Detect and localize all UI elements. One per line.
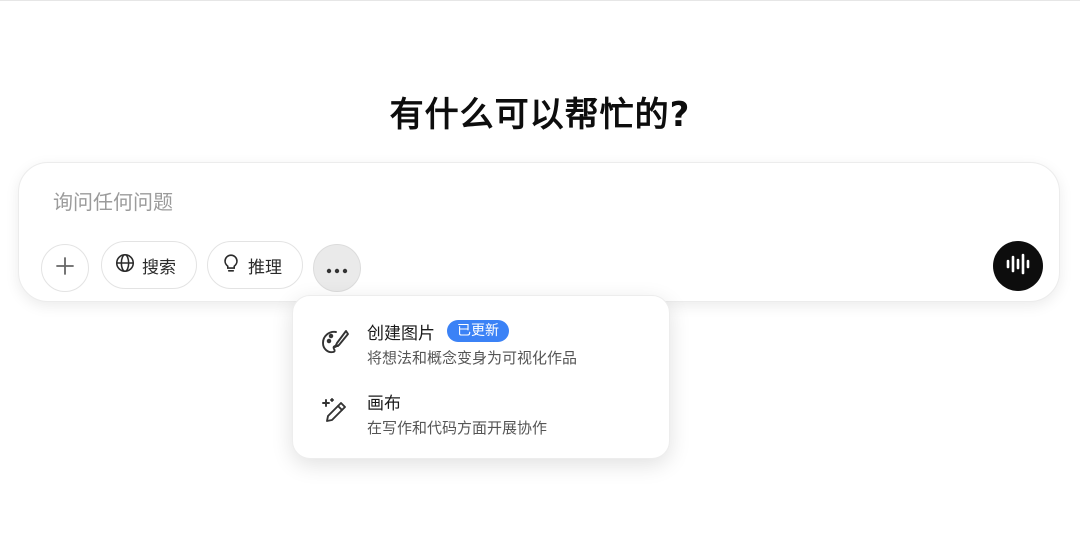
prompt-input[interactable] [53, 185, 953, 219]
plus-icon [54, 255, 76, 281]
search-button-label: 搜索 [142, 257, 176, 278]
ellipsis-icon [326, 259, 348, 278]
composer: 搜索 推理 [18, 162, 1060, 302]
attach-button[interactable] [41, 244, 89, 292]
updated-badge: 已更新 [447, 320, 509, 342]
menu-item-description: 将想法和概念变身为可视化作品 [367, 349, 578, 367]
menu-item-title: 画布 [367, 393, 401, 414]
menu-item-description: 在写作和代码方面开展协作 [367, 419, 548, 437]
voice-mode-button[interactable] [993, 241, 1043, 291]
chat-home: 有什么可以帮忙的? 搜索 [0, 0, 1080, 542]
page-title: 有什么可以帮忙的? [389, 95, 691, 135]
globe-icon [114, 252, 136, 279]
voice-waveform-icon [1005, 253, 1031, 279]
pen-sparkle-icon [319, 396, 351, 428]
menu-item-text: 画布 在写作和代码方面开展协作 [367, 388, 547, 438]
lightbulb-icon [220, 252, 242, 279]
reason-button-label: 推理 [248, 257, 282, 278]
reason-button[interactable]: 推理 [207, 241, 303, 289]
menu-item-text: 创建图片 已更新 将想法和概念变身为可视化作品 [367, 318, 577, 368]
more-tools-button[interactable] [313, 244, 361, 292]
tools-menu: 创建图片 已更新 将想法和概念变身为可视化作品 画布 在写作和代码方面开展协作 [292, 295, 670, 459]
paint-palette-icon [319, 326, 351, 358]
menu-item-title-row: 画布 [367, 388, 547, 414]
menu-item-create-image[interactable]: 创建图片 已更新 将想法和概念变身为可视化作品 [293, 308, 671, 378]
menu-item-title: 创建图片 [367, 323, 435, 344]
search-button[interactable]: 搜索 [101, 241, 197, 289]
menu-item-canvas[interactable]: 画布 在写作和代码方面开展协作 [293, 378, 671, 448]
composer-toolbar: 搜索 推理 [41, 241, 1043, 292]
menu-item-title-row: 创建图片 已更新 [367, 318, 577, 344]
